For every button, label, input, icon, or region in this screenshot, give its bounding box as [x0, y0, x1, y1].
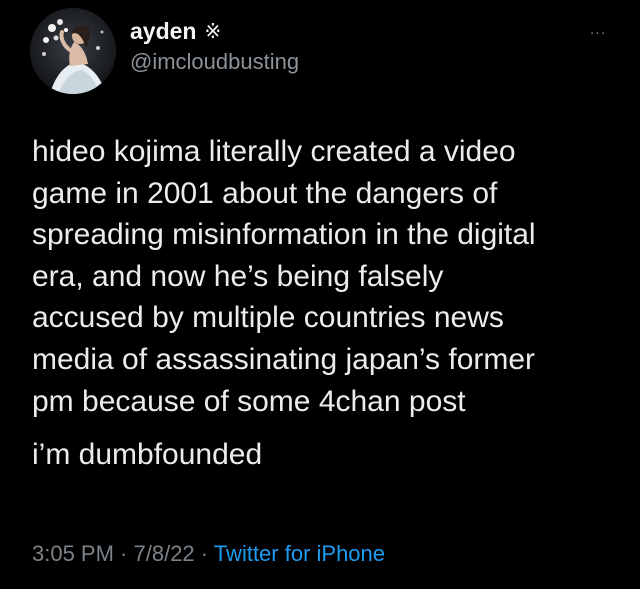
- tweet-paragraph: hideo kojima literally created a video g…: [32, 135, 536, 418]
- tweet-body: hideo kojima literally created a video g…: [32, 131, 622, 476]
- tweet-metadata: 3:05 PM · 7/8/22 · Twitter for iPhone: [32, 539, 385, 569]
- more-dots-icon[interactable]: ···: [582, 24, 614, 44]
- tweet-date[interactable]: 7/8/22: [134, 541, 195, 566]
- meta-separator: ·: [113, 541, 134, 566]
- tweet-paragraph: i’m dumbfounded: [32, 438, 263, 472]
- tweet-card: ayden ※ @imcloudbusting ··· hideo kojima…: [0, 0, 640, 589]
- tweet-header: ayden ※ @imcloudbusting: [30, 8, 299, 94]
- tweet-time[interactable]: 3:05 PM: [32, 541, 114, 566]
- avatar[interactable]: [30, 8, 116, 94]
- avatar-image: [30, 8, 116, 94]
- user-info: ayden ※ @imcloudbusting: [130, 17, 299, 77]
- tweet-source-link[interactable]: Twitter for iPhone: [214, 541, 385, 566]
- display-name-row: ayden ※: [130, 17, 299, 45]
- name-emoji-icon: ※: [204, 19, 222, 43]
- user-handle[interactable]: @imcloudbusting: [130, 47, 299, 77]
- meta-separator: ·: [194, 541, 214, 566]
- display-name[interactable]: ayden: [130, 17, 196, 45]
